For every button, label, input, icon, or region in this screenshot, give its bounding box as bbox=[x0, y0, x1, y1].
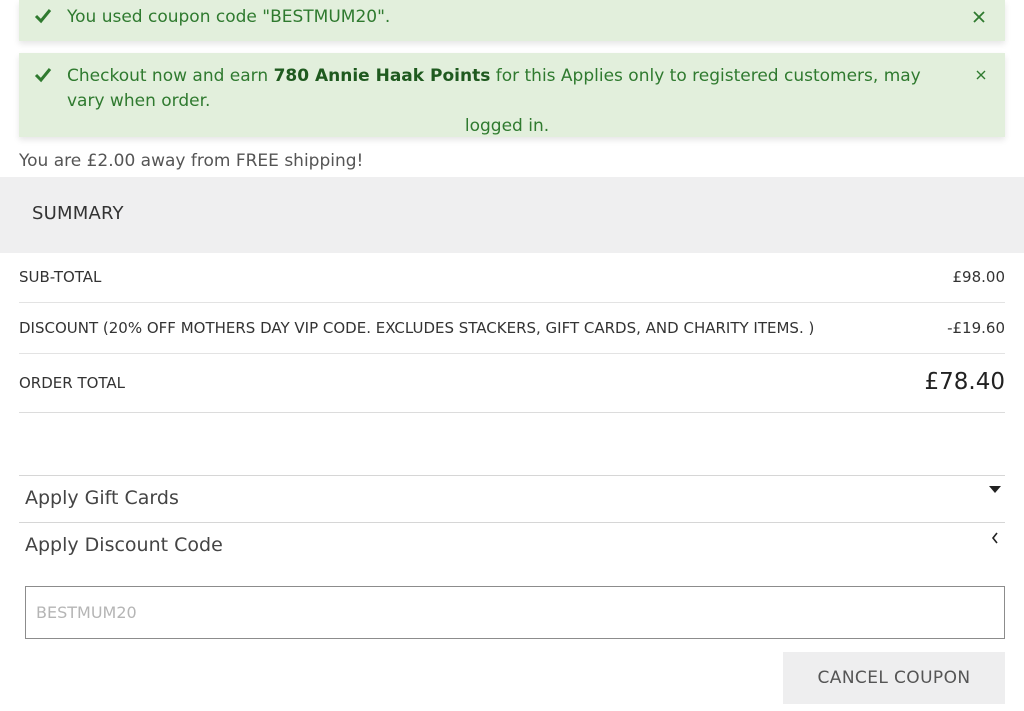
order-total-label: ORDER TOTAL bbox=[19, 374, 126, 392]
order-total-value: £78.40 bbox=[924, 369, 1005, 395]
caret-down-icon bbox=[989, 486, 1001, 493]
summary-title: SUMMARY bbox=[32, 203, 124, 224]
discount-code-input[interactable] bbox=[25, 586, 1005, 639]
points-amount: 780 Annie Haak Points bbox=[273, 66, 491, 86]
discount-label: DISCOUNT (20% OFF MOTHERS DAY VIP CODE. … bbox=[19, 319, 815, 337]
points-line2: logged in. bbox=[464, 116, 550, 136]
check-icon bbox=[34, 9, 52, 24]
free-shipping-notice: You are £2.00 away from FREE shipping! bbox=[19, 151, 364, 171]
subtotal-label: SUB-TOTAL bbox=[19, 268, 102, 286]
discount-row: DISCOUNT (20% OFF MOTHERS DAY VIP CODE. … bbox=[19, 303, 1005, 354]
apply-discount-code-label: Apply Discount Code bbox=[25, 534, 223, 556]
summary-header: SUMMARY bbox=[0, 177, 1024, 253]
check-icon bbox=[34, 68, 52, 83]
points-prefix: Checkout now and earn bbox=[67, 66, 269, 86]
discount-value: -£19.60 bbox=[947, 319, 1005, 337]
apply-gift-cards-label: Apply Gift Cards bbox=[25, 487, 179, 509]
apply-discount-code-toggle[interactable]: Apply Discount Code bbox=[19, 522, 1005, 569]
close-icon[interactable] bbox=[971, 9, 987, 25]
subtotal-row: SUB-TOTAL £98.00 bbox=[19, 253, 1005, 303]
points-text: Checkout now and earn 780 Annie Haak Poi… bbox=[67, 64, 947, 139]
coupon-success-text: You used coupon code "BESTMUM20". bbox=[67, 7, 391, 27]
chevron-left-icon bbox=[991, 532, 998, 544]
close-icon[interactable] bbox=[975, 69, 987, 81]
coupon-success-message: You used coupon code "BESTMUM20". bbox=[19, 0, 1005, 41]
subtotal-value: £98.00 bbox=[952, 268, 1006, 286]
points-message: Checkout now and earn 780 Annie Haak Poi… bbox=[19, 53, 1005, 137]
order-total-row: ORDER TOTAL £78.40 bbox=[19, 354, 1005, 413]
cancel-coupon-button[interactable]: CANCEL COUPON bbox=[783, 652, 1005, 704]
apply-gift-cards-toggle[interactable]: Apply Gift Cards bbox=[19, 475, 1005, 522]
